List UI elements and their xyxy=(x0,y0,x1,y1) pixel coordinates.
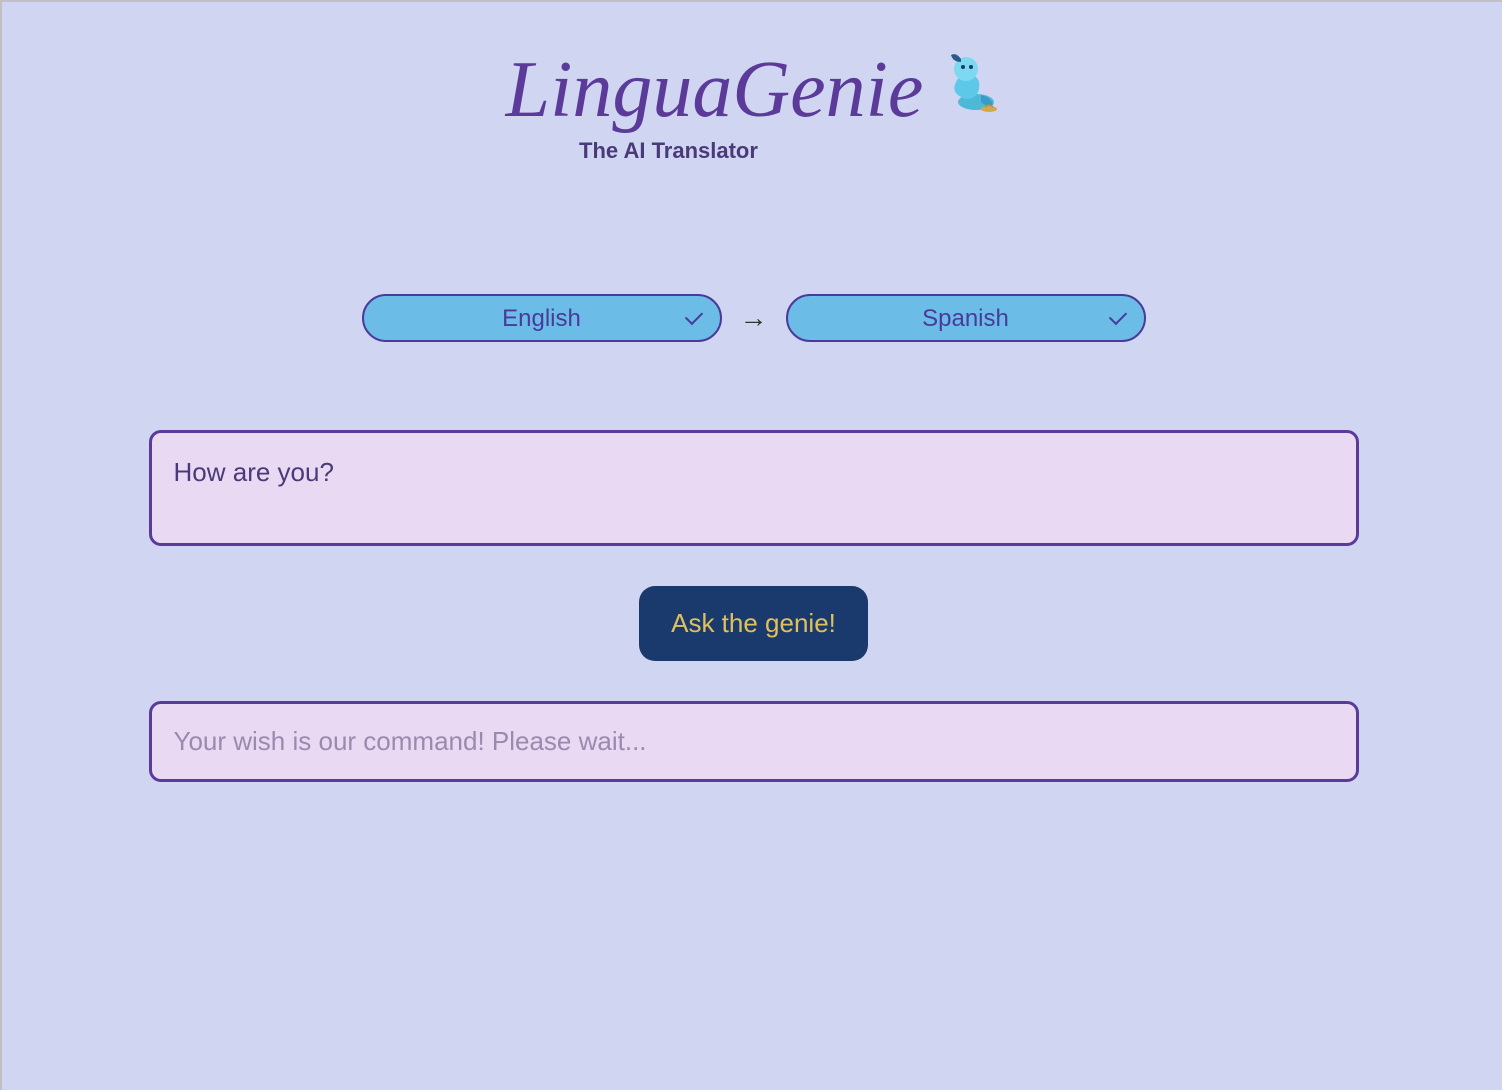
language-selector-row: English → Spanish xyxy=(362,294,1146,342)
target-language-select[interactable]: Spanish xyxy=(786,294,1146,342)
arrow-right-icon: → xyxy=(740,302,768,334)
source-language-select[interactable]: English xyxy=(362,294,722,342)
source-language-wrapper: English xyxy=(362,294,722,342)
logo-row: LinguaGenie xyxy=(506,50,1002,130)
tagline: The AI Translator xyxy=(579,138,758,164)
logo-text: LinguaGenie xyxy=(506,50,924,130)
genie-icon xyxy=(931,47,1001,117)
translation-output: Your wish is our command! Please wait... xyxy=(149,701,1359,782)
main-container: LinguaGenie The AI Translator xyxy=(5,5,1502,782)
source-text-input[interactable] xyxy=(149,430,1359,546)
ask-genie-button[interactable]: Ask the genie! xyxy=(639,586,868,661)
header: LinguaGenie The AI Translator xyxy=(506,50,1002,164)
target-language-wrapper: Spanish xyxy=(786,294,1146,342)
